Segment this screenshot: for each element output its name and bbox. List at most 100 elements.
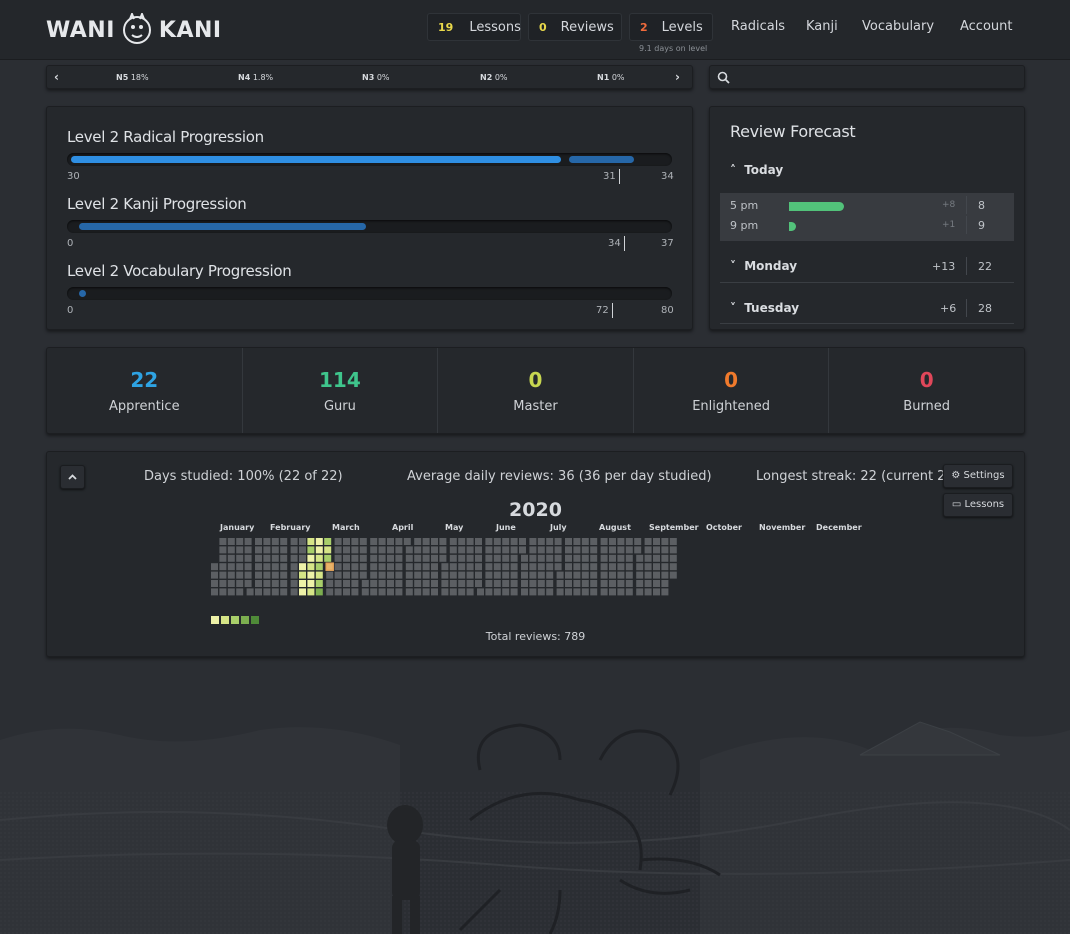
heatmap-day[interactable] [414, 554, 422, 562]
heatmap-day[interactable] [636, 571, 644, 579]
heatmap-day[interactable] [370, 580, 378, 587]
heatmap-day[interactable] [244, 554, 252, 562]
heatmap-day[interactable] [449, 588, 457, 596]
heatmap-day[interactable] [529, 554, 537, 562]
heatmap-day[interactable] [227, 546, 235, 554]
heatmap-day[interactable] [422, 580, 430, 587]
heatmap-day[interactable] [271, 580, 279, 587]
heatmap-day[interactable] [280, 580, 288, 587]
heatmap-day[interactable] [351, 588, 359, 596]
chevron-left-icon[interactable]: ‹ [54, 70, 59, 84]
heatmap-day[interactable] [378, 546, 386, 554]
heatmap-day[interactable] [590, 554, 598, 562]
stage-master[interactable]: 0 Master [438, 348, 634, 433]
heatmap-day[interactable] [493, 588, 501, 596]
heatmap-day[interactable] [244, 571, 252, 579]
heatmap-day[interactable] [431, 571, 438, 579]
heatmap-day[interactable] [537, 571, 545, 579]
heatmap-day[interactable] [244, 580, 252, 587]
heatmap-day[interactable] [537, 588, 545, 596]
heatmap-day[interactable] [431, 580, 438, 587]
heatmap-day[interactable] [387, 538, 394, 545]
heatmap-day[interactable] [609, 571, 616, 579]
heatmap-day[interactable] [315, 538, 323, 545]
heatmap-day[interactable] [644, 580, 652, 587]
heatmap-day[interactable] [405, 571, 413, 579]
heatmap-day[interactable] [211, 563, 218, 571]
heatmap-day[interactable] [280, 538, 288, 545]
heatmap-day[interactable] [395, 580, 403, 587]
heatmap-day[interactable] [546, 580, 554, 587]
heatmap-day[interactable] [255, 580, 262, 587]
heatmap-day[interactable] [219, 571, 227, 579]
heatmap-day[interactable] [510, 554, 518, 562]
heatmap-day[interactable] [315, 563, 323, 571]
heatmap-day[interactable] [636, 580, 644, 587]
heatmap-day[interactable] [280, 554, 288, 562]
heatmap-day[interactable] [466, 588, 474, 596]
heatmap-day[interactable] [661, 546, 669, 554]
heatmap-day[interactable] [653, 538, 660, 545]
heatmap-day[interactable] [378, 571, 386, 579]
heatmap-day[interactable] [554, 554, 562, 562]
heatmap-day[interactable] [387, 588, 394, 596]
heatmap-day[interactable] [334, 546, 342, 554]
heatmap-day[interactable] [519, 538, 526, 545]
heatmap-day[interactable] [600, 546, 608, 554]
heatmap-day[interactable] [387, 546, 394, 554]
heatmap-day[interactable] [458, 588, 466, 596]
heatmap-day[interactable] [315, 580, 323, 587]
heatmap-day[interactable] [271, 538, 279, 545]
heatmap-day[interactable] [334, 571, 342, 579]
heatmap-day[interactable] [378, 554, 386, 562]
heatmap-day[interactable] [600, 554, 608, 562]
nav-reviews-button[interactable]: 0 Reviews [528, 13, 622, 41]
heatmap-day[interactable] [458, 538, 466, 545]
heatmap-day[interactable] [644, 538, 652, 545]
heatmap-day[interactable] [439, 538, 447, 545]
heatmap-day[interactable] [263, 538, 271, 545]
heatmap-day[interactable] [255, 571, 262, 579]
heatmap-day[interactable] [556, 580, 564, 587]
heatmap-day[interactable] [414, 546, 422, 554]
heatmap-day[interactable] [565, 538, 572, 545]
heatmap-day[interactable] [458, 580, 466, 587]
heatmap-day[interactable] [263, 554, 271, 562]
heatmap-day[interactable] [609, 538, 616, 545]
heatmap-day[interactable] [458, 571, 466, 579]
heatmap-day[interactable] [644, 546, 652, 554]
heatmap-day[interactable] [271, 563, 279, 571]
heatmap-day[interactable] [255, 546, 262, 554]
heatmap-day[interactable] [609, 554, 616, 562]
heatmap-day[interactable] [477, 588, 484, 596]
forecast-monday-toggle[interactable]: ˅ Monday [730, 259, 797, 273]
nav-radicals-link[interactable]: Radicals [731, 19, 785, 34]
heatmap-day[interactable] [255, 538, 262, 545]
heatmap-day[interactable] [653, 563, 660, 571]
heatmap-day[interactable] [546, 563, 554, 571]
heatmap-day[interactable] [255, 563, 262, 571]
heatmap-day[interactable] [573, 554, 581, 562]
heatmap-day[interactable] [475, 538, 482, 545]
heatmap-day[interactable] [290, 563, 298, 571]
heatmap-day[interactable] [343, 571, 350, 579]
heatmap-day[interactable] [661, 588, 669, 596]
heatmap-day[interactable] [255, 554, 262, 562]
heatmap-day[interactable] [581, 538, 589, 545]
heatmap-day[interactable] [439, 546, 447, 554]
heatmap-day[interactable] [573, 563, 581, 571]
heatmap-day[interactable] [475, 571, 482, 579]
heatmap-day[interactable] [227, 554, 235, 562]
heatmap-day[interactable] [280, 563, 288, 571]
heatmap-day[interactable] [414, 563, 422, 571]
heatmap-day[interactable] [307, 588, 315, 596]
heatmap-day[interactable] [307, 554, 315, 562]
heatmap-day[interactable] [590, 538, 598, 545]
heatmap-day[interactable] [600, 563, 608, 571]
heatmap-day[interactable] [244, 563, 252, 571]
heatmap-day[interactable] [405, 588, 413, 596]
heatmap-day[interactable] [458, 554, 466, 562]
heatmap-day[interactable] [263, 571, 271, 579]
heatmap-day[interactable] [395, 538, 403, 545]
heatmap-day[interactable] [449, 554, 457, 562]
